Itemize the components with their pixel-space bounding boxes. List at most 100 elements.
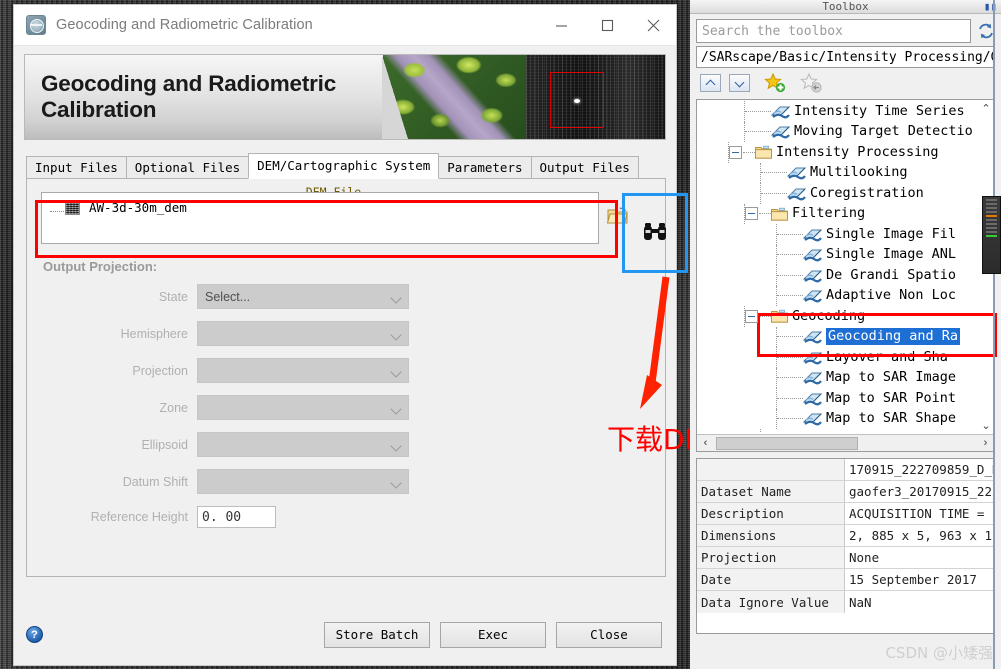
label-hemisphere: Hemisphere [120, 326, 188, 341]
help-button[interactable]: ? [26, 626, 43, 643]
tree-item[interactable]: Map to SAR Point [697, 388, 994, 409]
exec-button[interactable]: Exec [440, 621, 546, 648]
select-projection[interactable] [197, 358, 409, 383]
tree-item[interactable]: Intensity Processing [697, 142, 994, 163]
chevron-down-icon [390, 403, 402, 415]
tree-indent [697, 203, 745, 225]
tree-dot-leader [761, 192, 787, 194]
chevron-down-icon [390, 292, 402, 304]
close-button-footer[interactable]: Close [556, 621, 662, 648]
select-zone[interactable] [197, 395, 409, 420]
tab-dem-cartographic-system[interactable]: DEM/Cartographic System [248, 153, 440, 179]
tree-collapse-icon[interactable] [745, 309, 758, 323]
tree-dot-leader [777, 295, 803, 297]
star-remove-icon[interactable] [800, 72, 822, 94]
input-reference-height[interactable]: 0. 00 [197, 506, 276, 528]
toolbox-path[interactable]: /SARscape/Basic/Intensity Processing/G [696, 46, 995, 68]
dialog-titlebar[interactable]: Geocoding and Radiometric Calibration [14, 5, 676, 46]
select-ellipsoid[interactable] [197, 432, 409, 457]
select-state-value: Select... [205, 289, 251, 304]
tree-indent [697, 326, 777, 348]
tree-dot-leader [777, 336, 803, 338]
tree-dot-leader [759, 213, 771, 215]
toolbox-panel: Toolbox ▮▮ Search the toolbox /SARscape/… [690, 0, 1001, 669]
tool-icon [802, 268, 823, 283]
scroll-up-icon[interactable]: ⌃ [981, 102, 990, 115]
tab-output-files[interactable]: Output Files [530, 156, 639, 179]
metadata-row: Description ACQUISITION TIME = 2 [697, 503, 994, 525]
tab-bar: Input Files Optional Files DEM/Cartograp… [26, 153, 676, 179]
tree-item[interactable]: Geocoding and Ra [697, 326, 994, 348]
output-projection-heading: Output Projection: [43, 259, 158, 274]
metadata-key: Projection [697, 547, 845, 568]
tree-horizontal-scrollbar[interactable]: ‹ › [697, 434, 994, 451]
metadata-table: 170915_222709859_D_H Dataset Name gaofer3_… [696, 458, 995, 634]
chevron-up-icon[interactable] [700, 74, 721, 92]
chevron-down-icon[interactable] [729, 74, 750, 92]
metadata-key: Description [697, 503, 845, 524]
tab-input-files[interactable]: Input Files [26, 156, 127, 179]
tree-dot-leader [777, 418, 803, 420]
tab-optional-files[interactable]: Optional Files [125, 156, 250, 179]
banner-sar-target-blip [574, 99, 580, 103]
tab-parameters[interactable]: Parameters [438, 156, 532, 179]
search-placeholder: Search the toolbox [702, 23, 843, 39]
tree-item-label: Multilooking [810, 164, 908, 181]
hscroll-thumb[interactable] [716, 436, 858, 450]
tree-item[interactable]: Filtering [697, 203, 994, 225]
dem-file-list[interactable]: AW-3d-30m_dem [41, 192, 599, 244]
metadata-row: Dataset Name gaofer3_20170915_222 [697, 481, 994, 503]
tool-icon [802, 350, 823, 365]
select-hemisphere[interactable] [197, 321, 409, 346]
binoculars-icon[interactable] [624, 195, 686, 271]
tree-item[interactable]: Coregistration [697, 183, 994, 204]
toolbox-tree[interactable]: Intensity Time Series Moving Target Detec… [696, 99, 995, 452]
metadata-value: NaN [845, 591, 994, 613]
tree-item[interactable]: Intensity Time Series [697, 101, 994, 122]
select-state[interactable]: Select... [197, 284, 409, 309]
tool-icon [770, 104, 791, 119]
toolbox-title: Toolbox [822, 0, 869, 13]
tree-item[interactable]: Moving Target Detectio [697, 121, 994, 143]
tree-item[interactable]: Map to SAR Image [697, 367, 994, 389]
tree-item[interactable]: Geocoding [697, 306, 994, 327]
minimize-button[interactable] [538, 5, 584, 45]
select-datum-shift[interactable] [197, 469, 409, 494]
tree-item[interactable]: Single Image ANL [697, 244, 994, 266]
tree-item-label: Filtering [792, 205, 866, 222]
toolbox-tool-row [700, 72, 995, 94]
label-datum-shift: Datum Shift [122, 474, 188, 489]
dialog-footer: ? Store Batch Exec Close [14, 604, 676, 665]
banner-image [382, 55, 665, 139]
tree-item[interactable]: Layover and Sha [697, 347, 994, 368]
chevron-down-icon [390, 440, 402, 452]
label-zone: Zone [159, 400, 189, 415]
store-batch-button[interactable]: Store Batch [324, 621, 430, 648]
dem-cartographic-panel: DEM File AW-3d-30m_dem [26, 178, 666, 577]
scroll-down-icon[interactable]: ⌄ [981, 419, 990, 432]
close-button[interactable] [630, 5, 676, 45]
tree-item[interactable]: De Grandi Spatio [697, 265, 994, 286]
dem-file-item[interactable]: AW-3d-30m_dem [42, 200, 187, 215]
tree-item[interactable]: Post Calibration [697, 429, 994, 433]
metadata-key [697, 459, 845, 480]
chevron-down-icon [390, 329, 402, 341]
search-input[interactable]: Search the toolbox [696, 19, 971, 43]
tree-item[interactable]: Adaptive Non Loc [697, 285, 994, 307]
star-add-icon[interactable] [764, 72, 786, 94]
tree-collapse-icon[interactable] [745, 207, 758, 221]
scroll-left-icon[interactable]: ‹ [697, 435, 714, 452]
tool-icon [802, 411, 823, 426]
maximize-button[interactable] [584, 5, 630, 45]
scroll-right-icon[interactable]: › [977, 435, 994, 452]
pin-icon[interactable]: ▮▮ [984, 0, 997, 13]
tree-item[interactable]: Multilooking [697, 162, 994, 184]
folder-icon [754, 145, 773, 159]
tree-collapse-icon[interactable] [729, 145, 742, 159]
output-projection-form: State Select... Hemisphere Projection Zo… [27, 284, 665, 540]
tree-dot-leader [777, 356, 803, 358]
tool-icon [787, 432, 806, 433]
tree-item[interactable]: Single Image Fil [697, 224, 994, 245]
dialog-title: Geocoding and Radiometric Calibration [56, 17, 313, 33]
tree-item[interactable]: Map to SAR Shape [697, 408, 994, 430]
